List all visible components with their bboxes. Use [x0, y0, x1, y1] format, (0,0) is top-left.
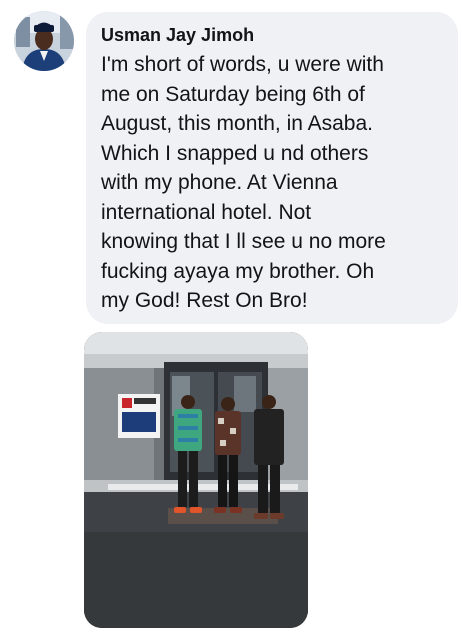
hotel-entrance-photo [84, 332, 308, 628]
comment-author[interactable]: Usman Jay Jimoh [101, 22, 446, 48]
avatar-image [14, 11, 74, 71]
comment-bubble: Usman Jay Jimoh I'm short of words, u we… [86, 12, 458, 324]
attached-photo[interactable] [84, 332, 308, 628]
comment-line: international hotel. Not [101, 200, 312, 224]
comment-line: August, this month, in Asaba. [101, 112, 373, 135]
comment-line: knowing that I ll see u no more [101, 230, 386, 253]
comment-line: my God! Rest On Bro! [101, 289, 308, 312]
avatar[interactable] [14, 11, 74, 71]
comment-line: Which I snapped u nd others [101, 141, 369, 165]
comment-text: I'm short of words, u were with me on Sa… [101, 50, 446, 316]
comment-line: me on Saturday being 6th of [101, 82, 365, 106]
comment-line: fucking ayaya my brother. Oh [101, 259, 375, 283]
comment-line: with my phone. At Vienna [101, 171, 338, 194]
comment-thread: Usman Jay Jimoh I'm short of words, u we… [0, 0, 476, 633]
comment-line: I'm short of words, u were with [101, 53, 384, 76]
